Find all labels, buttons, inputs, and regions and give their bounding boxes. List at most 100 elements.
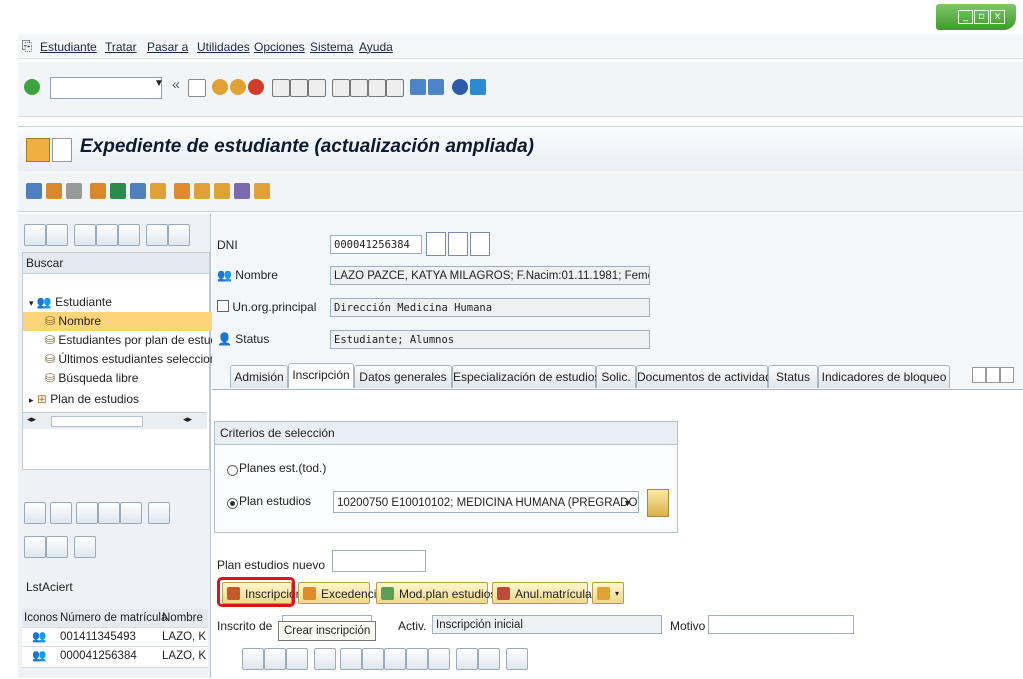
tree-item-nombre[interactable]: ⛁ Nombre: [23, 312, 229, 331]
menu-tratar[interactable]: Tratar: [105, 40, 137, 54]
display-glasses-icon[interactable]: [470, 232, 490, 256]
edit-pencil-icon[interactable]: [264, 648, 286, 670]
add-favorite-icon[interactable]: [96, 224, 118, 246]
last-page-icon[interactable]: [386, 79, 404, 97]
filter-icon[interactable]: [120, 502, 142, 524]
tree-item-ultimos[interactable]: ⛁ Últimos estudiantes selecciona: [23, 350, 229, 369]
tab-datos-generales[interactable]: Datos generales: [354, 365, 452, 388]
plan-select[interactable]: 10200750 E10010102; MEDICINA HUMANA (PRE…: [333, 491, 639, 513]
radio-all-plans[interactable]: [227, 465, 238, 476]
list-icon[interactable]: [130, 183, 146, 199]
tab-scroll-right-icon[interactable]: [986, 367, 1000, 383]
fees-icon[interactable]: [214, 183, 230, 199]
sort-descending-icon[interactable]: [98, 502, 120, 524]
layout-menu-icon[interactable]: [470, 79, 486, 95]
filter-icon[interactable]: [428, 648, 450, 670]
tool-icon[interactable]: [90, 183, 106, 199]
print-icon[interactable]: [272, 79, 290, 97]
tab-especializacion[interactable]: Especialización de estudios: [452, 365, 600, 388]
export-icon[interactable]: [478, 648, 500, 670]
more-actions-button[interactable]: ▾: [592, 582, 624, 604]
menu-exit-icon[interactable]: ⎘: [22, 38, 32, 54]
restore-icon[interactable]: ▫: [974, 10, 989, 24]
shortcut-icon[interactable]: [428, 79, 444, 95]
folder-icon[interactable]: [174, 183, 190, 199]
sort-ascending-icon[interactable]: [76, 502, 98, 524]
tab-inscripcion[interactable]: Inscripción: [288, 363, 354, 388]
tab-scroll-left-icon[interactable]: [972, 367, 986, 383]
cancel-icon[interactable]: [248, 79, 264, 95]
remove-favorite-icon[interactable]: [118, 224, 140, 246]
other-student-icon[interactable]: [66, 183, 82, 199]
tab-documentos[interactable]: Documentos de actividad: [636, 365, 772, 388]
back-icon[interactable]: [212, 79, 228, 95]
horizontal-scrollbar[interactable]: ◂▸ ◂▸: [23, 412, 207, 429]
tree-item-busqueda[interactable]: ⛁ Búsqueda libre: [23, 369, 229, 388]
relations-icon[interactable]: [234, 183, 250, 199]
menu-sistema[interactable]: Sistema: [310, 40, 353, 54]
new-plan-field[interactable]: [332, 550, 426, 572]
filter-down-icon[interactable]: [146, 224, 168, 246]
org-icon[interactable]: [110, 183, 126, 199]
plan-detail-icon[interactable]: [647, 489, 669, 517]
delete-trash-icon[interactable]: [286, 648, 308, 670]
table-row-selected[interactable]: 👥 000041256384 LAZO, KAT: [22, 647, 208, 668]
tree-item-estudiante[interactable]: ▾ 👥 Estudiante: [23, 293, 213, 312]
transaction-menu-icon[interactable]: [52, 138, 72, 162]
find-icon[interactable]: [290, 79, 308, 97]
tab-status[interactable]: Status: [768, 365, 818, 388]
money-icon[interactable]: [150, 183, 166, 199]
sum-icon[interactable]: [148, 502, 170, 524]
new-session-icon[interactable]: [410, 79, 426, 95]
new-document-icon[interactable]: [426, 232, 446, 256]
menu-opciones[interactable]: Opciones: [254, 40, 305, 54]
save-icon[interactable]: [188, 79, 206, 97]
expand-icon[interactable]: ▸: [29, 395, 34, 405]
tree-item-estudiantes-plan[interactable]: ⛁ Estudiantes por plan de estudi: [23, 331, 229, 350]
export-icon[interactable]: [46, 536, 68, 558]
find-next-icon[interactable]: [406, 648, 428, 670]
tab-indicadores[interactable]: Indicadores de bloqueo: [818, 365, 950, 388]
menu-ayuda[interactable]: Ayuda: [359, 40, 393, 54]
search-icon[interactable]: [50, 502, 72, 524]
info-icon[interactable]: [506, 648, 528, 670]
tab-admision[interactable]: Admisión: [230, 365, 288, 388]
find-next-icon[interactable]: [308, 79, 326, 97]
menu-estudiante[interactable]: Estudiante: [40, 40, 97, 54]
tab-solic[interactable]: Solic.: [596, 365, 636, 388]
command-dropdown-icon[interactable]: ▼: [154, 78, 164, 89]
minimize-icon[interactable]: _: [958, 10, 973, 24]
exit-icon[interactable]: [230, 79, 246, 95]
help-icon[interactable]: [452, 79, 468, 95]
collapse-icon[interactable]: «: [172, 76, 180, 92]
motivo-field[interactable]: [708, 615, 854, 634]
filter-up-icon[interactable]: [168, 224, 190, 246]
previous-page-icon[interactable]: [350, 79, 368, 97]
sort-ascending-icon[interactable]: [340, 648, 362, 670]
document-icon[interactable]: [194, 183, 210, 199]
expand-icon[interactable]: ▾: [29, 298, 34, 308]
details-icon[interactable]: [24, 502, 46, 524]
scroll-thumb[interactable]: [51, 416, 143, 427]
first-page-icon[interactable]: [332, 79, 350, 97]
dni-field[interactable]: 000041256384: [330, 235, 422, 254]
edit-pencil-icon[interactable]: [448, 232, 468, 256]
display-change-icon[interactable]: [26, 183, 42, 199]
binoculars-icon[interactable]: [384, 648, 406, 670]
menu-pasar-a[interactable]: Pasar a: [147, 40, 188, 54]
attachment-icon[interactable]: [254, 183, 270, 199]
print-icon[interactable]: [456, 648, 478, 670]
table-row[interactable]: 👥 001411345493 LAZO, KAT: [22, 628, 208, 647]
person-icon[interactable]: [46, 183, 62, 199]
mod-plan-button[interactable]: Mod.plan estudios ▾: [376, 582, 504, 604]
tab-list-icon[interactable]: [1000, 367, 1014, 383]
enter-check-icon[interactable]: [24, 79, 40, 95]
command-field[interactable]: [50, 77, 162, 99]
excedencia-button[interactable]: Excedencia: [298, 582, 383, 604]
close-icon[interactable]: x: [990, 10, 1005, 24]
chevron-down-icon[interactable]: ▼: [623, 492, 632, 512]
scroll-right-icon[interactable]: ◂▸: [183, 414, 192, 425]
search-icon[interactable]: [314, 648, 336, 670]
next-page-icon[interactable]: [368, 79, 386, 97]
scroll-left-icon[interactable]: ◂▸: [27, 414, 36, 425]
